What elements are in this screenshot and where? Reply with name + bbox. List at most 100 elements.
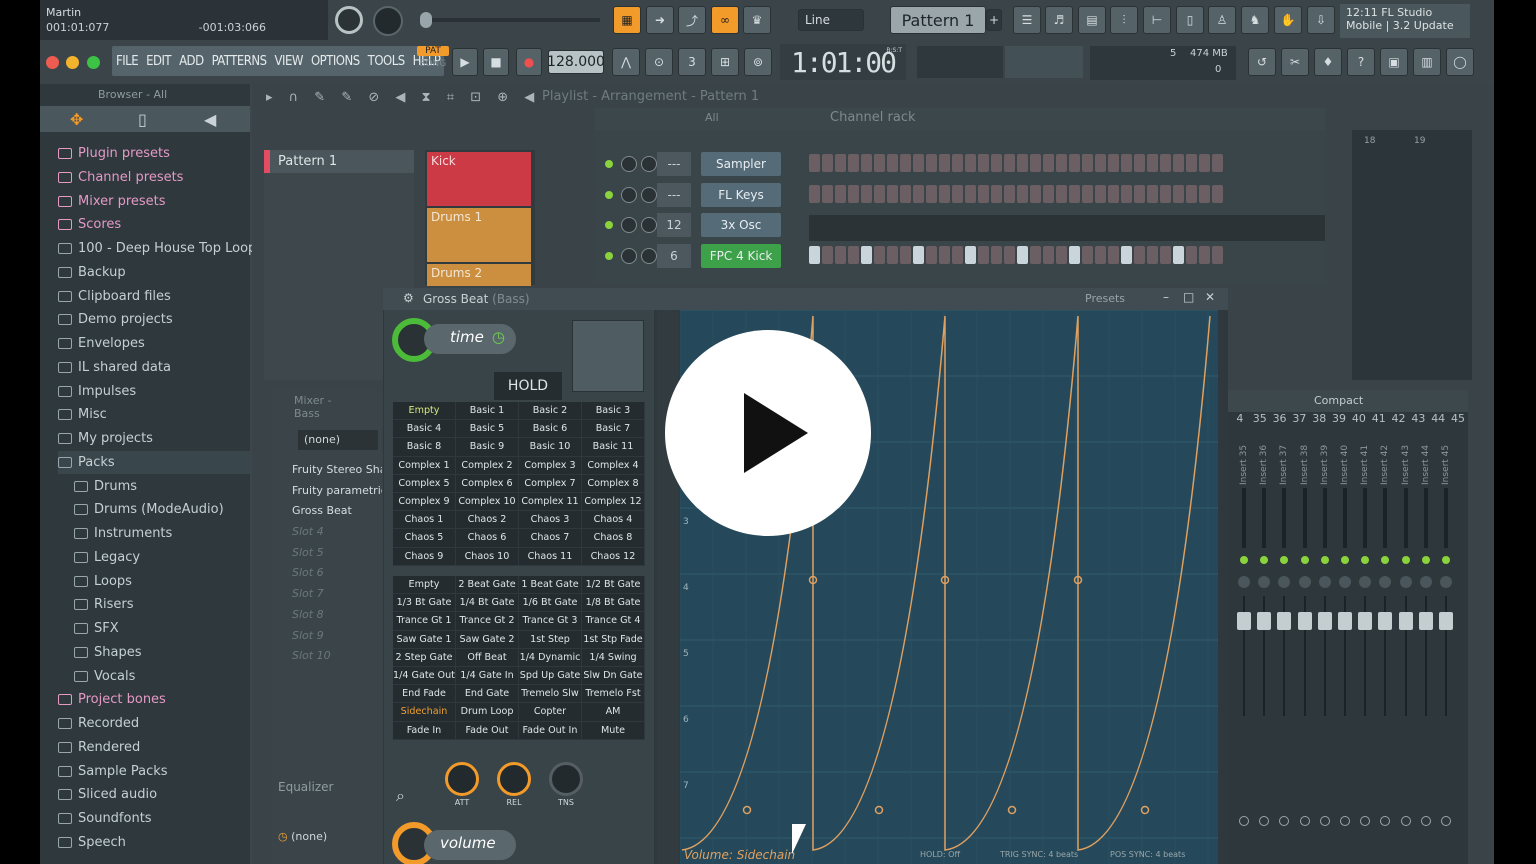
step-button[interactable] — [822, 154, 833, 172]
news-panel[interactable]: 12:11 FL Studio Mobile | 3.2 Update — [1340, 4, 1470, 38]
browser-item[interactable]: Vocals — [74, 665, 135, 688]
step-button[interactable] — [1160, 154, 1171, 172]
browser-item[interactable]: Backup — [58, 261, 126, 284]
step-button[interactable] — [900, 154, 911, 172]
step-button[interactable] — [952, 245, 963, 264]
preset-button[interactable]: Basic 5 — [456, 420, 519, 439]
mixer-input-select[interactable]: (none) — [298, 430, 378, 450]
step-button[interactable] — [965, 245, 976, 264]
step-button[interactable] — [965, 184, 976, 203]
snap-select[interactable]: Line — [798, 9, 864, 31]
step-button[interactable] — [1121, 154, 1132, 172]
step-button[interactable] — [1173, 154, 1184, 172]
step-button[interactable] — [939, 245, 950, 264]
pat-song-toggle[interactable]: PAT SONG — [417, 46, 449, 76]
metronome-icon[interactable]: ♛ — [743, 6, 771, 34]
preset-button[interactable]: Complex 11 — [519, 492, 582, 512]
browser-item[interactable]: Instruments — [74, 522, 172, 545]
mixer-slot[interactable]: Slot 6 — [272, 563, 382, 584]
insert-led-icon[interactable] — [1260, 556, 1269, 564]
menu-file[interactable]: FILE — [112, 54, 142, 69]
master-pitch-knob[interactable] — [373, 6, 403, 36]
preset-button[interactable]: Basic 9 — [456, 438, 519, 457]
plugin-db-icon[interactable]: ♙ — [1208, 6, 1236, 34]
insert-pan-knob[interactable] — [1399, 576, 1412, 588]
clip-drums-2[interactable]: Drums 2 — [427, 264, 531, 286]
browser-item[interactable]: Drums — [74, 475, 137, 498]
browser-item[interactable]: Loops — [74, 570, 132, 593]
browser-item[interactable]: Scores — [58, 213, 121, 236]
step-button[interactable] — [1160, 184, 1171, 203]
preset-button[interactable]: 1/4 Bt Gate — [456, 594, 519, 613]
preset-button[interactable]: Chaos 2 — [456, 511, 519, 530]
browser-item[interactable]: Impulses — [58, 380, 136, 403]
preset-button[interactable]: Complex 1 — [393, 456, 456, 475]
insert-knob[interactable] — [1380, 816, 1391, 826]
step-button[interactable] — [1017, 245, 1028, 264]
browser-item[interactable]: Shapes — [74, 641, 141, 664]
preset-button[interactable]: Trance Gt 1 — [393, 612, 456, 631]
mixer-insert-strip[interactable]: Insert 37 — [1276, 436, 1294, 864]
step-button[interactable] — [952, 184, 963, 203]
preset-button[interactable]: 1/4 Dynamic — [519, 648, 582, 667]
mixer-slot[interactable]: Slot 7 — [272, 584, 382, 605]
step-button[interactable] — [939, 184, 950, 203]
step-button[interactable] — [1212, 245, 1223, 264]
browser-speaker-icon[interactable]: ◀ — [204, 110, 216, 129]
preset-button[interactable]: Basic 7 — [582, 420, 645, 439]
step-button[interactable] — [991, 245, 1002, 264]
preset-button[interactable]: Basic 3 — [582, 402, 645, 421]
preset-button[interactable]: 1/4 Gate In — [456, 666, 519, 686]
insert-knob[interactable] — [1340, 816, 1350, 826]
menu-options[interactable]: OPTIONS — [307, 54, 364, 69]
step-button[interactable] — [1160, 245, 1171, 264]
preset-button[interactable]: Complex 12 — [582, 492, 645, 512]
step-sequence[interactable] — [809, 215, 1325, 241]
browser-item[interactable]: Recorded — [58, 712, 139, 735]
insert-fader-thumb[interactable] — [1398, 612, 1413, 630]
download-icon[interactable]: ⇩ — [1307, 6, 1335, 34]
step-button[interactable] — [1004, 154, 1015, 172]
channel-led-icon[interactable] — [605, 221, 613, 229]
step-button[interactable] — [1069, 184, 1080, 203]
master-slider[interactable] — [420, 18, 600, 22]
insert-pan-knob[interactable] — [1339, 576, 1351, 588]
preset-button[interactable]: Chaos 3 — [519, 511, 582, 530]
presets-label[interactable]: Presets — [1085, 292, 1125, 305]
browser-item[interactable]: Mixer presets — [58, 190, 166, 213]
channel-name-button[interactable]: FL Keys — [701, 182, 781, 207]
insert-knob[interactable] — [1319, 816, 1330, 826]
insert-fader-thumb[interactable] — [1257, 612, 1272, 630]
channel-mixer-track[interactable]: --- — [657, 182, 691, 207]
insert-fader-thumb[interactable] — [1418, 612, 1433, 630]
preset-button[interactable]: Chaos 5 — [393, 529, 456, 548]
browser-item[interactable]: Legacy — [74, 546, 140, 569]
step-button[interactable] — [848, 154, 859, 172]
browser-item[interactable]: Project bones — [58, 688, 166, 711]
preset-button[interactable]: Trance Gt 4 — [582, 612, 645, 631]
preset-button[interactable]: Basic 4 — [393, 420, 456, 439]
typing-keyboard-button[interactable]: ▦ — [613, 6, 641, 34]
browser-item[interactable]: 100 - Deep House Top Loops — [58, 237, 263, 260]
channel-name-button[interactable]: FPC 4 Kick — [701, 243, 781, 268]
step-button[interactable] — [887, 154, 898, 172]
browser-item[interactable]: Soundfonts — [58, 807, 152, 830]
insert-knob[interactable] — [1299, 816, 1310, 826]
insert-knob[interactable] — [1279, 816, 1290, 826]
preset-button[interactable]: Basic 1 — [456, 402, 519, 421]
pos-sync[interactable]: POS SYNC: 4 beats — [1110, 850, 1185, 859]
undo-icon[interactable]: ↺ — [1248, 48, 1276, 76]
insert-fader-thumb[interactable] — [1338, 612, 1352, 630]
preset-button[interactable]: Basic 10 — [519, 438, 582, 457]
step-button[interactable] — [835, 154, 846, 172]
insert-fader-thumb[interactable] — [1277, 612, 1292, 630]
step-button[interactable] — [1121, 184, 1132, 203]
maximize-window-icon[interactable] — [87, 56, 100, 69]
window-close-icon[interactable]: ✕ — [1205, 290, 1215, 304]
channel-volume-knob[interactable] — [621, 217, 637, 233]
step-button[interactable] — [1173, 184, 1184, 203]
step-button[interactable] — [926, 245, 937, 264]
insert-pan-knob[interactable] — [1298, 576, 1311, 588]
insert-pan-knob[interactable] — [1318, 576, 1331, 588]
step-button[interactable] — [1134, 245, 1145, 264]
